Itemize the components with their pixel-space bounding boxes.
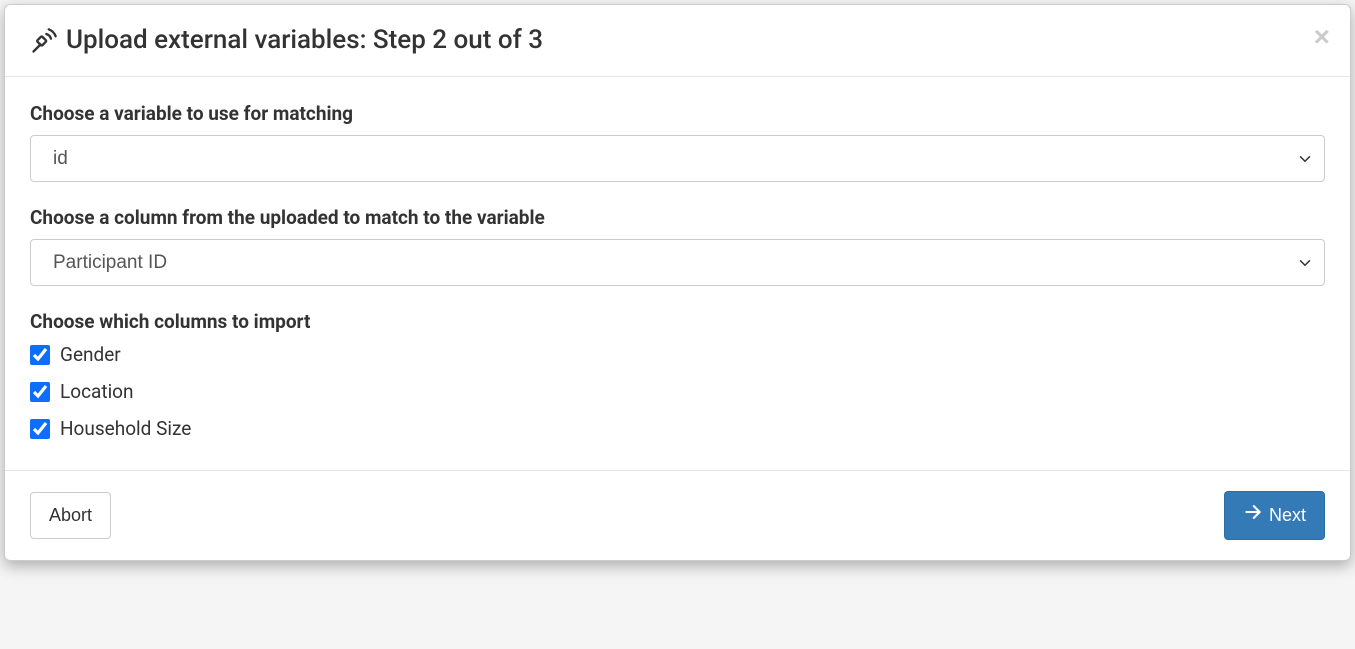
close-icon: × — [1314, 21, 1330, 52]
import-column-item[interactable]: Gender — [30, 343, 1325, 366]
satellite-icon — [30, 27, 58, 55]
import-columns-list: Gender Location Household Size — [30, 343, 1325, 440]
import-columns-label: Choose which columns to import — [30, 310, 1325, 333]
arrow-right-icon — [1243, 502, 1263, 529]
modal-body: Choose a variable to use for matching id… — [5, 77, 1350, 470]
abort-button-label: Abort — [49, 503, 92, 528]
import-column-checkbox-location[interactable] — [30, 382, 50, 402]
match-column-select[interactable]: Participant ID — [30, 239, 1325, 286]
import-columns-group: Choose which columns to import Gender Lo… — [30, 310, 1325, 440]
match-variable-select[interactable]: id — [30, 135, 1325, 182]
abort-button[interactable]: Abort — [30, 492, 111, 539]
import-column-checkbox-household-size[interactable] — [30, 419, 50, 439]
import-column-label-text: Location — [60, 380, 134, 403]
modal-footer: Abort Next — [5, 470, 1350, 560]
match-column-label: Choose a column from the uploaded to mat… — [30, 206, 1325, 229]
match-variable-label: Choose a variable to use for matching — [30, 102, 1325, 125]
upload-external-variables-modal: Upload external variables: Step 2 out of… — [4, 4, 1351, 561]
close-button[interactable]: × — [1314, 23, 1330, 51]
import-column-label-text: Household Size — [60, 417, 191, 440]
import-column-item[interactable]: Location — [30, 380, 1325, 403]
next-button-label: Next — [1269, 503, 1306, 528]
import-column-label-text: Gender — [60, 343, 121, 366]
match-column-group: Choose a column from the uploaded to mat… — [30, 206, 1325, 286]
next-button[interactable]: Next — [1224, 491, 1325, 540]
modal-title: Upload external variables: Step 2 out of… — [66, 25, 543, 56]
match-variable-group: Choose a variable to use for matching id — [30, 102, 1325, 182]
import-column-item[interactable]: Household Size — [30, 417, 1325, 440]
modal-header: Upload external variables: Step 2 out of… — [5, 5, 1350, 77]
import-column-checkbox-gender[interactable] — [30, 345, 50, 365]
